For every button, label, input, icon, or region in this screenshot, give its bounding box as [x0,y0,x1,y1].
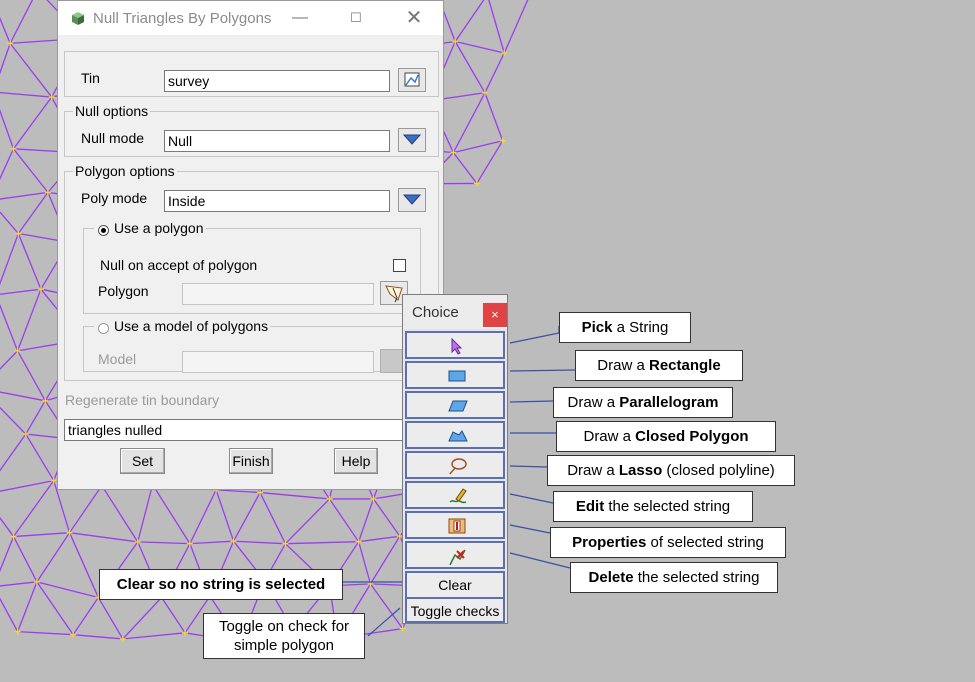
closed-polygon-icon [448,430,468,442]
toggle-checks-button[interactable]: Toggle checks [405,597,505,623]
callout-toggle-line1: Toggle on check for [218,618,350,635]
null-mode-label: Null mode [81,130,145,146]
callout-props-bold: Properties [572,534,647,551]
null-on-accept-label: Null on accept of polygon [100,257,258,273]
callout-lasso-pre: Draw a [567,462,619,479]
poly-mode-dropdown-button[interactable] [398,188,426,212]
callout-clear-bold: Clear so no string is selected [116,576,326,593]
null-options-group: Null options Null mode Null [64,103,439,157]
delete-string-button[interactable] [405,541,505,569]
model-input[interactable] [182,351,374,373]
polygon-options-label: Polygon options [73,163,177,179]
use-model-radio[interactable] [98,323,109,334]
use-polygon-group: Use a polygon Null on accept of polygon … [83,220,421,314]
properties-button[interactable] [405,511,505,539]
polygon-label: Polygon [98,283,149,299]
tin-input[interactable]: survey [164,70,390,92]
clear-button[interactable]: Clear [405,571,505,599]
callout-pick: Pick a String [559,312,691,343]
callout-edit-bold: Edit [575,498,605,515]
callout-para-pre: Draw a [567,394,620,411]
choice-close-button[interactable]: × [483,303,507,327]
null-mode-dropdown-button[interactable] [398,128,426,152]
callout-lasso: Draw a Lasso (closed polyline) [547,455,795,486]
edit-string-button[interactable] [405,481,505,509]
callout-lasso-rest: (closed polyline) [662,462,775,479]
use-polygon-radio[interactable] [98,225,109,236]
callout-delete: Delete the selected string [570,562,778,593]
tin-group: Tin survey [64,51,439,97]
polygon-options-group: Polygon options Poly mode Inside Use a p… [64,163,439,381]
dialog-titlebar[interactable]: Null Triangles By Polygons — ☐ ✕ [58,1,443,35]
use-polygon-label: Use a polygon [94,220,206,236]
draw-closed-polygon-button[interactable] [405,421,505,449]
use-model-group: Use a model of polygons Model [83,318,421,373]
callout-properties: Properties of selected string [550,527,786,558]
pick-tin-icon [404,72,420,87]
callout-lasso-bold: Lasso [618,462,663,479]
chevron-down-icon [402,194,422,205]
callout-toggle: Toggle on check for simple polygon [203,613,365,659]
null-triangles-dialog: Null Triangles By Polygons — ☐ ✕ Tin sur… [57,0,444,490]
callout-edit: Edit the selected string [553,491,753,522]
callout-toggle-line2: simple polygon [233,637,335,654]
status-message: triangles nulled [64,419,439,441]
set-button[interactable]: Set [120,448,165,474]
callout-rect-pre: Draw a [597,357,649,374]
callout-rectangle: Draw a Rectangle [575,350,743,381]
callout-para-bold: Parallelogram [619,394,719,411]
parallelogram-icon [448,400,468,412]
pick-string-button[interactable] [405,331,505,359]
use-model-label: Use a model of polygons [94,318,271,334]
callout-closed-polygon: Draw a Closed Polygon [556,421,776,452]
callout-props-rest: of selected string [646,534,764,551]
polygon-input[interactable] [182,283,374,305]
app-cube-icon [72,12,84,25]
lasso-icon [449,458,467,475]
rectangle-icon [448,370,466,382]
callout-delete-rest: the selected string [633,569,760,586]
regen-tin-boundary-label: Regenerate tin boundary [65,392,220,408]
draw-parallelogram-button[interactable] [405,391,505,419]
draw-lasso-button[interactable] [405,451,505,479]
poly-mode-label: Poly mode [81,190,148,206]
poly-mode-select[interactable]: Inside [164,190,390,212]
callout-closed-bold: Closed Polygon [635,428,749,445]
draw-rectangle-button[interactable] [405,361,505,389]
chevron-down-icon [402,134,422,145]
tin-select-button[interactable] [398,68,426,92]
maximize-button[interactable]: ☐ [336,6,376,30]
callout-parallelogram: Draw a Parallelogram [553,387,733,418]
dialog-title: Null Triangles By Polygons [93,10,272,27]
callout-closed-pre: Draw a [583,428,636,445]
edit-pen-icon [449,488,467,504]
choice-title: Choice [412,304,459,321]
null-options-label: Null options [73,103,151,119]
help-button[interactable]: Help [334,448,378,474]
close-button[interactable]: ✕ [394,6,434,30]
pointer-arrow-icon [451,337,463,355]
delete-string-icon [449,549,466,566]
minimize-button[interactable]: — [280,6,320,30]
finish-button[interactable]: Finish [229,448,273,474]
callout-delete-bold: Delete [588,569,634,586]
callout-pick-bold: Pick [581,319,613,336]
null-on-accept-checkbox[interactable] [393,259,406,272]
choice-titlebar[interactable]: Choice × [403,295,507,329]
callout-edit-rest: the selected string [604,498,731,515]
callout-pick-rest: a String [612,319,669,336]
properties-icon [448,518,466,534]
tin-label: Tin [81,70,100,86]
callout-clear: Clear so no string is selected [99,569,343,600]
choice-panel: Choice × Clear Toggle checks [402,294,508,624]
callout-rect-bold: Rectangle [648,357,721,374]
model-label: Model [98,351,137,367]
null-mode-select[interactable]: Null [164,130,390,152]
